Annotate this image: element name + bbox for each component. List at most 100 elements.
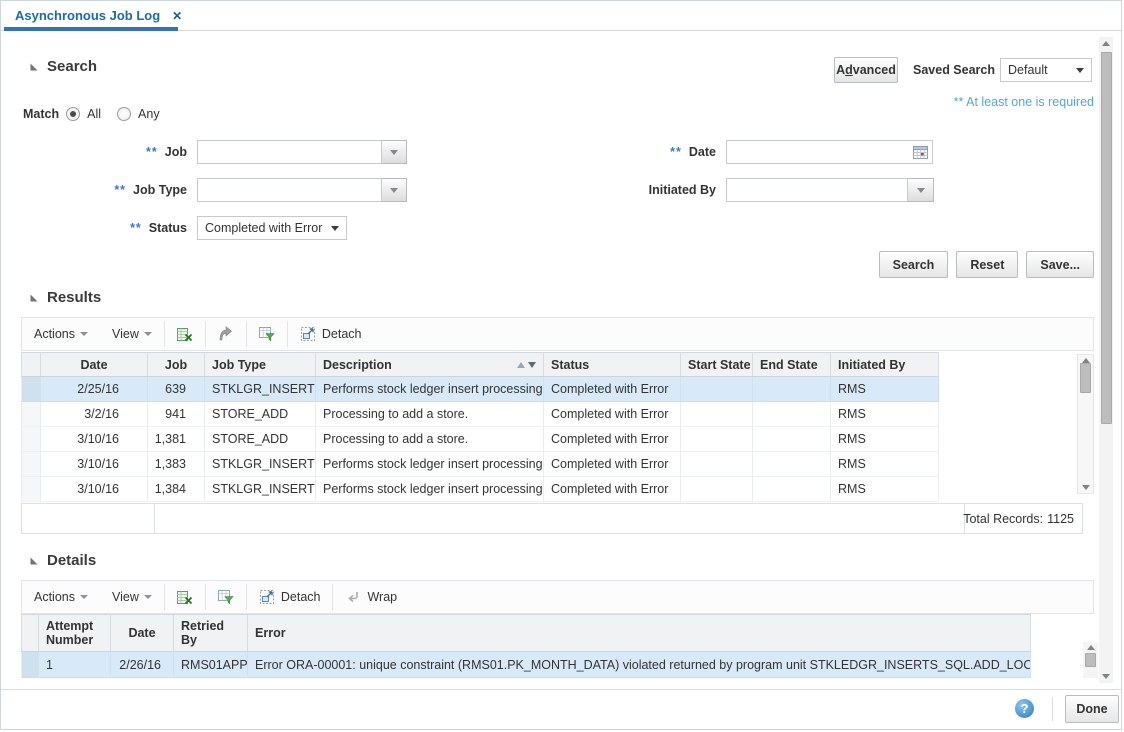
match-any-radio[interactable] xyxy=(117,107,131,121)
scroll-up-icon[interactable] xyxy=(1102,41,1110,46)
page-scrollbar[interactable] xyxy=(1099,37,1113,683)
column-header-job[interactable]: Job xyxy=(148,352,205,377)
results-section-header[interactable]: Results xyxy=(29,289,101,306)
details-table-scrollbar[interactable] xyxy=(1083,642,1098,678)
detach-icon xyxy=(300,326,316,342)
date-input[interactable] xyxy=(726,140,933,164)
details-actions-menu[interactable]: Actions xyxy=(22,581,100,613)
scrollbar-thumb[interactable] xyxy=(1080,363,1091,393)
column-header-initiated-by[interactable]: Initiated By xyxy=(831,352,939,377)
results-detach-button[interactable]: Detach xyxy=(288,318,374,350)
status-value: Completed with Error xyxy=(205,221,322,235)
export-button[interactable] xyxy=(206,318,246,350)
calendar-icon[interactable] xyxy=(912,144,929,160)
cell-job: 639 xyxy=(148,377,205,402)
reset-button[interactable]: Reset xyxy=(956,251,1018,278)
column-header-start-state[interactable]: Start State xyxy=(681,352,753,377)
row-selector[interactable] xyxy=(21,477,41,502)
job-type-dropdown-button[interactable] xyxy=(382,178,407,202)
column-header-error[interactable]: Error xyxy=(248,614,1031,652)
scrollbar-thumb[interactable] xyxy=(1101,52,1112,424)
actions-menu-label: Actions xyxy=(34,590,75,604)
done-button[interactable]: Done xyxy=(1065,695,1119,723)
column-header-end-state[interactable]: End State xyxy=(753,352,831,377)
initiated-by-input[interactable] xyxy=(726,178,908,202)
scroll-down-icon[interactable] xyxy=(1102,674,1110,679)
match-all-radio[interactable] xyxy=(66,107,80,121)
initiated-by-dropdown-button[interactable] xyxy=(908,178,934,202)
results-table-footer: Total Records: 1125 xyxy=(21,503,1083,534)
search-section-title: Search xyxy=(47,58,97,75)
results-actions-menu[interactable]: Actions xyxy=(22,318,100,350)
initiated-by-label-block: Initiated By xyxy=(561,183,716,197)
job-type-input[interactable] xyxy=(197,178,382,202)
table-row[interactable]: 3/10/16 1,383 STKLGR_INSERT Performs sto… xyxy=(21,452,939,477)
advanced-button[interactable]: Advanced xyxy=(834,57,898,83)
cell-start-state xyxy=(681,377,753,402)
details-detach-button[interactable]: Detach xyxy=(247,581,333,613)
sort-descending-icon[interactable] xyxy=(528,362,536,368)
chevron-down-icon xyxy=(1076,68,1084,73)
up-arrow-icon xyxy=(218,326,234,342)
results-table-scrollbar[interactable] xyxy=(1077,354,1094,494)
table-row[interactable]: 3/2/16 941 STORE_ADD Processing to add a… xyxy=(21,402,939,427)
scrollbar-thumb[interactable] xyxy=(1085,653,1096,667)
table-row[interactable]: 3/10/16 1,384 STKLGR_INSERT Performs sto… xyxy=(21,477,939,502)
table-row[interactable]: 3/10/16 1,381 STORE_ADD Processing to ad… xyxy=(21,427,939,452)
results-toolbar: Actions View xyxy=(21,317,1094,351)
cell-job-type: STORE_ADD xyxy=(205,427,316,452)
tab-bar: Asynchronous Job Log ✕ xyxy=(1,1,1121,31)
column-header-description[interactable]: Description xyxy=(316,352,544,377)
row-selector[interactable] xyxy=(21,452,41,477)
search-section-header[interactable]: Search xyxy=(29,58,97,75)
status-select[interactable]: Completed with Error xyxy=(197,216,347,240)
cell-error: Error ORA-00001: unique constraint (RMS0… xyxy=(248,652,1031,678)
detach-icon xyxy=(259,589,275,605)
scroll-up-icon[interactable] xyxy=(1087,645,1095,650)
save-button[interactable]: Save... xyxy=(1026,251,1094,278)
search-button[interactable]: Search xyxy=(879,251,949,278)
saved-search-select[interactable]: Default xyxy=(1000,58,1092,82)
details-view-menu[interactable]: View xyxy=(100,581,164,613)
cell-initiated-by: RMS xyxy=(831,427,939,452)
cell-description: Performs stock ledger insert processing. xyxy=(316,377,544,402)
help-icon[interactable]: ? xyxy=(1015,699,1034,718)
wrap-button[interactable]: Wrap xyxy=(333,581,409,613)
column-header-attempt-number[interactable]: Attempt Number xyxy=(39,614,111,652)
row-selector[interactable] xyxy=(21,377,41,402)
row-selector[interactable] xyxy=(21,402,41,427)
column-header-retried-by[interactable]: Retried By xyxy=(174,614,248,652)
cell-date: 2/26/16 xyxy=(111,652,174,678)
query-by-example-button[interactable] xyxy=(247,318,287,350)
cell-job-type: STKLGR_INSERT xyxy=(205,477,316,502)
column-header-job-type[interactable]: Job Type xyxy=(205,352,316,377)
query-by-example-button[interactable] xyxy=(206,581,246,613)
row-selector[interactable] xyxy=(21,652,39,678)
cell-initiated-by: RMS xyxy=(831,452,939,477)
cell-start-state xyxy=(681,402,753,427)
job-dropdown-button[interactable] xyxy=(382,140,407,164)
job-input[interactable] xyxy=(197,140,382,164)
column-header-date[interactable]: Date xyxy=(111,614,174,652)
details-section-header[interactable]: Details xyxy=(29,552,96,569)
table-row[interactable]: 2/25/16 639 STKLGR_INSERT Performs stock… xyxy=(21,377,939,402)
table-row[interactable]: 1 2/26/16 RMS01APP Error ORA-00001: uniq… xyxy=(21,652,1031,678)
cell-retried-by: RMS01APP xyxy=(174,652,248,678)
column-header-date[interactable]: Date xyxy=(41,352,148,377)
cell-date: 2/25/16 xyxy=(41,377,148,402)
export-to-excel-button[interactable] xyxy=(165,318,205,350)
sort-ascending-icon[interactable] xyxy=(517,362,525,368)
cell-initiated-by: RMS xyxy=(831,402,939,427)
cell-job: 941 xyxy=(148,402,205,427)
results-view-menu[interactable]: View xyxy=(100,318,164,350)
cell-job-type: STORE_ADD xyxy=(205,402,316,427)
cell-date: 3/10/16 xyxy=(41,452,148,477)
scroll-down-icon[interactable] xyxy=(1082,485,1090,490)
column-header-status[interactable]: Status xyxy=(544,352,681,377)
row-selector[interactable] xyxy=(21,427,41,452)
tab-asynchronous-job-log[interactable]: Asynchronous Job Log ✕ xyxy=(15,8,182,23)
view-menu-label: View xyxy=(112,590,139,604)
export-to-excel-button[interactable] xyxy=(165,581,205,613)
job-label: Job xyxy=(165,145,187,159)
tab-close-icon[interactable]: ✕ xyxy=(172,9,182,23)
